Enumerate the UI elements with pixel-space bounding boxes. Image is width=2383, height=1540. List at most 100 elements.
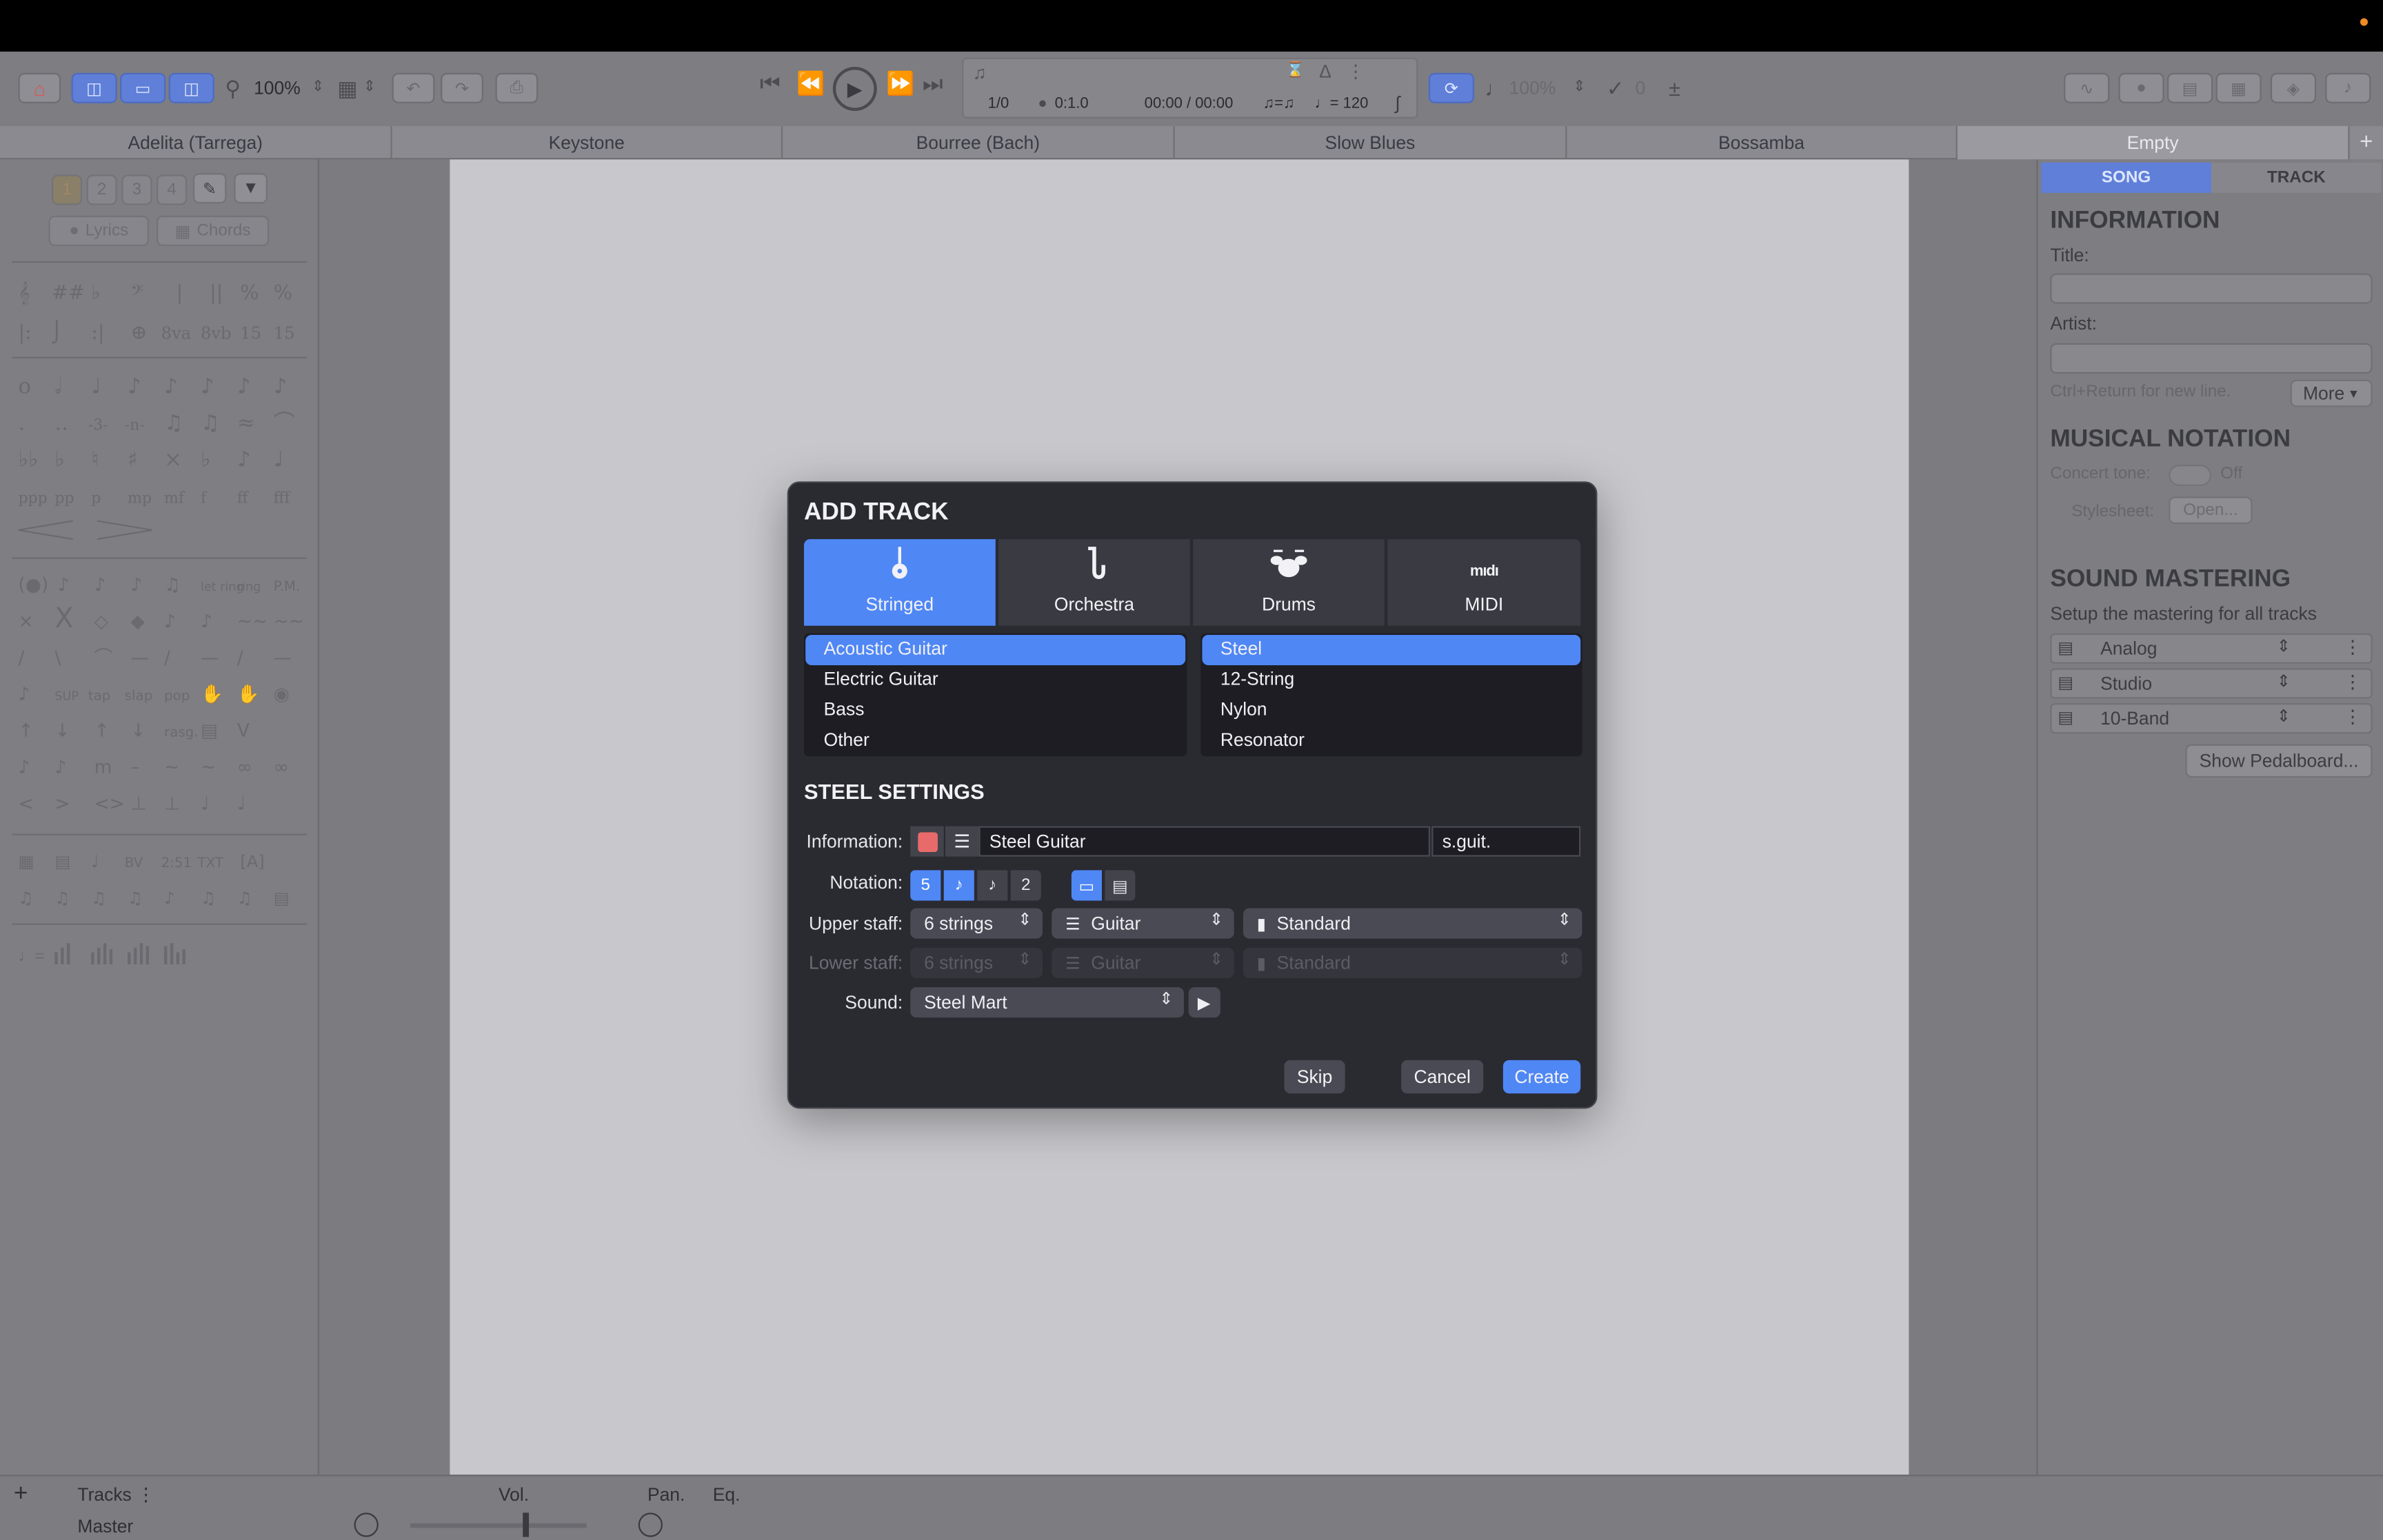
play-button[interactable]: ▶ xyxy=(832,66,877,111)
capo-value[interactable]: 0 xyxy=(1636,73,1646,103)
tab-keystone[interactable]: Keystone xyxy=(392,125,783,160)
master-knob[interactable] xyxy=(354,1512,379,1537)
home-button[interactable]: ⌂ xyxy=(18,72,61,103)
tab-track[interactable]: TRACK xyxy=(2211,162,2382,193)
upper-strings-select[interactable]: 6 strings ⇕ xyxy=(910,908,1043,939)
notation-slash-toggle[interactable]: 2 xyxy=(1010,870,1041,901)
instrument-view-button[interactable]: ♪ xyxy=(2325,72,2371,103)
more-options-icon[interactable]: ⋮ xyxy=(2344,671,2362,693)
zoom-level[interactable]: 100% xyxy=(254,73,301,103)
voice-2-button[interactable]: 2 xyxy=(86,174,117,205)
create-button[interactable]: Create xyxy=(1502,1060,1581,1094)
zoom-stepper-icon[interactable]: ⇕ xyxy=(312,73,324,103)
upper-tuning-select[interactable]: ▮ Standard ⇕ xyxy=(1243,908,1582,939)
layout-icon[interactable]: ▦ xyxy=(337,73,357,103)
speed-value[interactable]: 100% xyxy=(1509,73,1556,103)
tuner-button[interactable]: ◈ xyxy=(2270,72,2317,103)
tab-bossamba[interactable]: Bossamba xyxy=(1567,125,1958,160)
notation-standard-toggle[interactable]: 5 xyxy=(910,870,941,901)
rewind-icon[interactable]: ⏪ xyxy=(796,70,825,100)
chords-button[interactable]: ▦ Chords xyxy=(157,215,270,246)
piano-button[interactable]: ▤ xyxy=(2167,72,2213,103)
sound-select[interactable]: Steel Mart ⇕ xyxy=(910,987,1184,1018)
tracks-menu-icon[interactable]: ⋮ xyxy=(137,1484,154,1506)
list-item[interactable]: Steel xyxy=(1202,634,1581,666)
bottom-panel-toggle-button[interactable]: ▭ xyxy=(120,72,166,103)
track-icon-button[interactable]: ☰ xyxy=(945,826,979,857)
show-pedalboard-button[interactable]: Show Pedalboard... xyxy=(2185,744,2373,778)
tempo-display[interactable]: ♩= 120 xyxy=(1315,96,1369,112)
mastering-slot-studio[interactable]: ▤ Studio ⇕ ⋮ xyxy=(2050,668,2373,699)
left-panel-toggle-button[interactable]: ◫ xyxy=(71,72,117,103)
chord-diagram-button[interactable]: ▦ xyxy=(2215,72,2262,103)
fast-forward-icon[interactable]: ⏩ xyxy=(886,70,914,100)
filter-button[interactable]: ▼ xyxy=(234,173,268,204)
loop-button[interactable]: ⟳ xyxy=(1428,72,1474,103)
stylesheet-open-button[interactable]: Open... xyxy=(2169,496,2253,525)
notation-rhythm-toggle[interactable]: ♪ xyxy=(977,870,1008,901)
list-item[interactable]: Electric Guitar xyxy=(805,665,1185,696)
speed-stepper-icon[interactable]: ⇕ xyxy=(1573,73,1585,103)
track-name-input[interactable]: Steel Guitar xyxy=(978,826,1431,857)
microphone-button[interactable]: ● xyxy=(2118,72,2164,103)
master-volume-track[interactable] xyxy=(410,1523,587,1528)
list-item[interactable]: 12-String xyxy=(1202,665,1580,696)
right-panel-toggle-button[interactable]: ◫ xyxy=(168,72,214,103)
more-button[interactable]: More ▼ xyxy=(2290,379,2373,407)
skip-start-icon[interactable]: ⏮ xyxy=(760,70,781,100)
list-item[interactable]: Acoustic Guitar xyxy=(805,634,1186,666)
notation-tab-toggle[interactable]: ♪ xyxy=(943,870,974,901)
more-options-icon[interactable]: ⋮ xyxy=(1347,61,1365,82)
clef-key-signature-symbols[interactable]: 𝄞 ## ♭ 𝄢 | ||%% |: ⌡:| ⊕ 8va 8vb 15 15 xyxy=(12,272,310,351)
voice-3-button[interactable]: 3 xyxy=(121,174,152,205)
metronome-toggle-icon[interactable]: ∫ xyxy=(1395,92,1400,114)
redo-button[interactable]: ↷ xyxy=(441,72,483,103)
track-short-name-input[interactable]: s.guit. xyxy=(1431,826,1581,857)
list-item[interactable]: Resonator xyxy=(1202,726,1580,756)
voice-1-button[interactable]: 1 xyxy=(51,174,83,205)
concert-tone-toggle[interactable] xyxy=(2169,465,2211,487)
list-item[interactable]: Bass xyxy=(805,696,1185,726)
cancel-button[interactable]: Cancel xyxy=(1401,1060,1484,1094)
tab-bourree[interactable]: Bourree (Bach) xyxy=(783,125,1175,160)
category-drums[interactable]: Drums xyxy=(1193,539,1387,626)
lyrics-button[interactable]: ● Lyrics xyxy=(48,215,150,246)
category-midi[interactable]: mıdı MIDI xyxy=(1387,539,1581,626)
master-volume-slider-handle[interactable] xyxy=(523,1512,530,1537)
title-input[interactable] xyxy=(2050,273,2373,304)
master-pan-knob[interactable] xyxy=(638,1512,663,1537)
double-staff-toggle[interactable]: ▤ xyxy=(1105,870,1136,901)
mastering-slot-analog[interactable]: ▤ Analog ⇕ ⋮ xyxy=(2050,633,2373,664)
section-symbols[interactable]: ▦ ▤ ♩ BV 2:51 TXT [A] ♫ ♫ ♫ ♫ ♪ ♫ ♫ ▤ xyxy=(12,843,310,916)
undo-button[interactable]: ↶ xyxy=(392,72,435,103)
skip-end-icon[interactable]: ⏭ xyxy=(923,70,943,100)
more-options-icon[interactable]: ⋮ xyxy=(2344,636,2362,658)
add-track-plus-icon[interactable]: + xyxy=(14,1481,28,1508)
artist-input[interactable] xyxy=(2050,343,2373,374)
voice-4-button[interactable]: 4 xyxy=(157,174,188,205)
category-orchestra[interactable]: Orchestra xyxy=(998,539,1192,626)
upper-instrument-select[interactable]: ☰ Guitar ⇕ xyxy=(1052,908,1234,939)
hairpin-symbols[interactable] xyxy=(12,515,164,548)
track-color-button[interactable] xyxy=(910,826,944,857)
skip-button[interactable]: Skip xyxy=(1284,1060,1345,1094)
tab-empty[interactable]: Empty xyxy=(1957,125,2350,160)
automation-symbols[interactable]: ♩= xyxy=(12,934,210,973)
tab-slow-blues[interactable]: Slow Blues xyxy=(1175,125,1567,160)
note-input-button[interactable]: ✎ xyxy=(192,173,227,204)
single-staff-toggle[interactable]: ▭ xyxy=(1071,870,1102,901)
tab-adelita[interactable]: Adelita (Tarrega) xyxy=(0,125,392,160)
tab-song[interactable]: SONG xyxy=(2041,162,2211,193)
effect-symbols[interactable]: (●) ♪ ♪ ♪ ♫ let ringring P.M. × X ◇ ◆ ♪ ♪ ~~ ~~ / \ ⌒ — /… xyxy=(12,567,310,825)
layout-stepper-icon[interactable]: ⇕ xyxy=(363,73,376,103)
capo-stepper-icon[interactable]: ± xyxy=(1669,73,1680,103)
print-button[interactable]: ⎙ xyxy=(495,72,539,103)
new-tab-button[interactable]: + xyxy=(2349,125,2383,160)
sound-preview-button[interactable]: ▶ xyxy=(1188,987,1220,1018)
mastering-slot-10-band[interactable]: ▤ 10-Band ⇕ ⋮ xyxy=(2050,703,2373,734)
note-duration-symbols[interactable]: o 𝅗𝅥 ♩ ♪ ♪ ♪ ♪ ♪ ... -3- -n- ♫ ♫ ≈ ⌒ ♭♭ ♭ ♮ ♯ × ♭ ♪ ♩ ppp pp p m… xyxy=(12,366,310,512)
more-options-icon[interactable]: ⋮ xyxy=(2344,706,2362,727)
list-item[interactable]: Other xyxy=(805,726,1185,756)
category-stringed[interactable]: Stringed xyxy=(803,539,997,626)
triplet-feel[interactable]: ♫=♫ xyxy=(1263,96,1295,112)
